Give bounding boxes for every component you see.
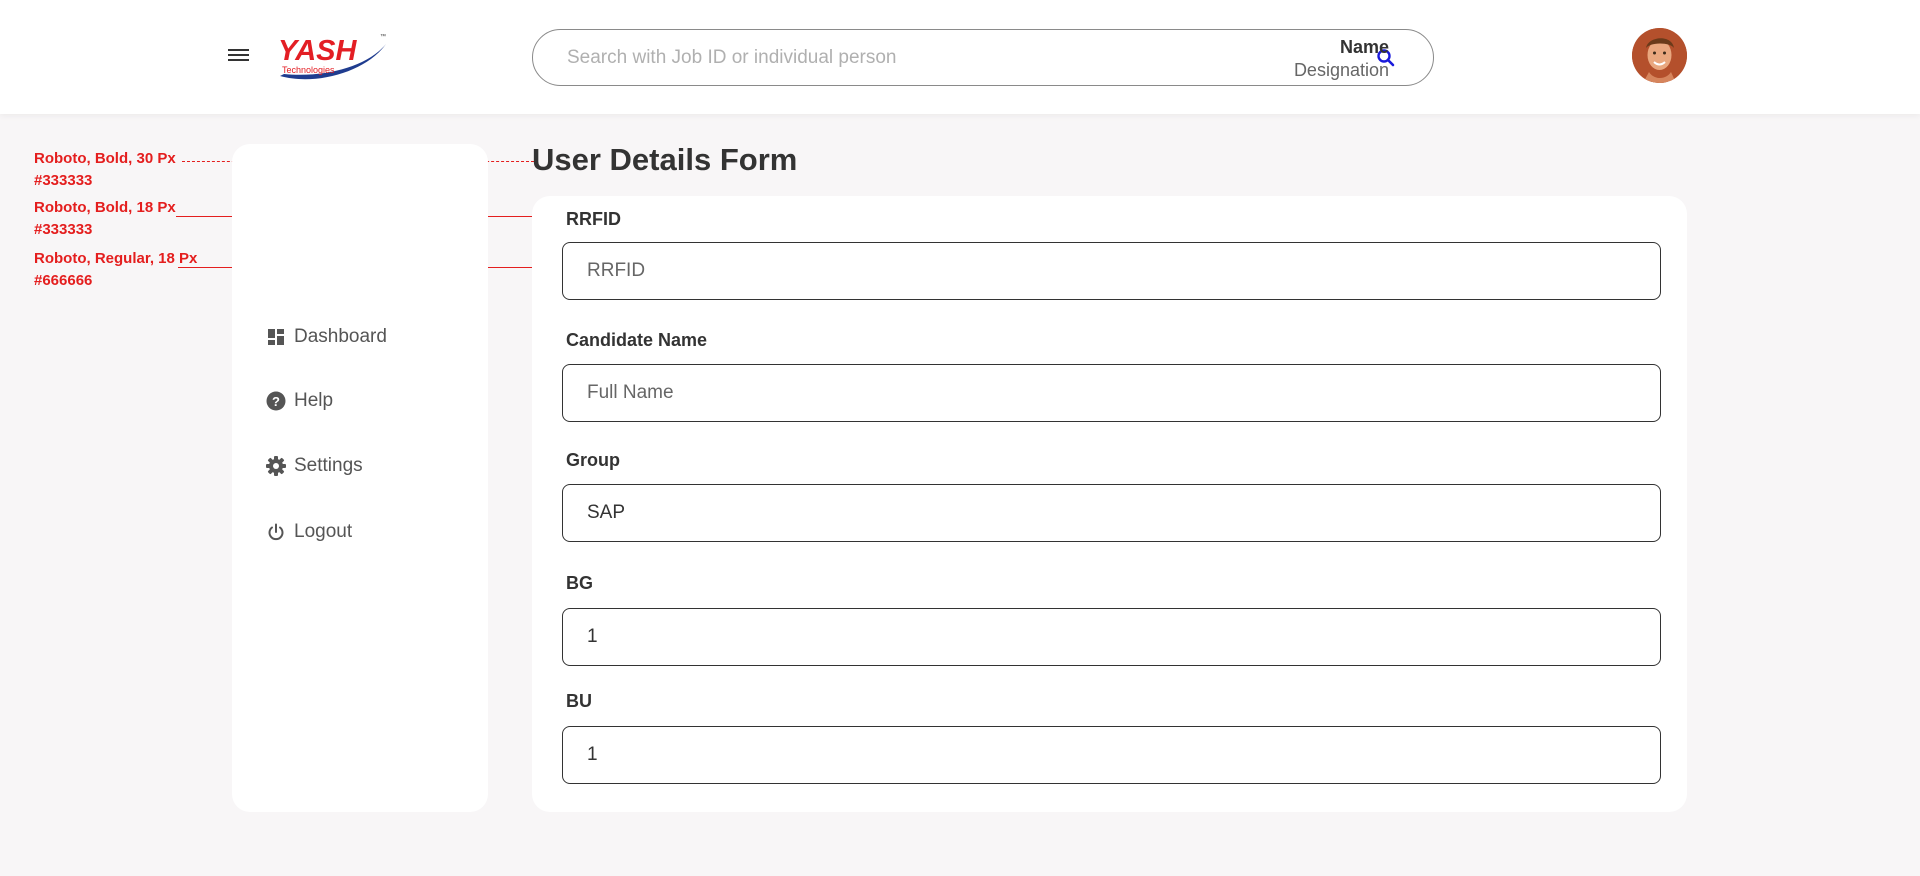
rrfid-label: RRFID	[566, 209, 621, 229]
sidebar-item-settings[interactable]: Settings	[266, 452, 363, 480]
sidebar-item-label: Dashboard	[294, 326, 387, 347]
candidate-name-label: Candidate Name	[566, 330, 708, 350]
avatar[interactable]	[1632, 28, 1687, 83]
sidebar-nav: Dashboard ? Help Settings Logout	[232, 144, 488, 812]
company-logo[interactable]: YASH Technologies ™	[276, 30, 390, 86]
candidate-name-field[interactable]	[562, 364, 1661, 422]
annotation-label-font-color: #333333	[34, 221, 93, 238]
bg-field[interactable]	[562, 608, 1661, 666]
bu-field[interactable]	[562, 726, 1661, 784]
sidebar-item-help[interactable]: ? Help	[266, 387, 333, 415]
top-header: YASH Technologies ™ Name Designation	[0, 0, 1920, 114]
logo-subtext: Technologies	[282, 65, 335, 75]
user-name: Name	[1339, 37, 1389, 57]
group-label: Group	[566, 450, 620, 470]
bg-label: BG	[566, 573, 593, 593]
page: YASH Technologies ™ Name Designation	[0, 0, 1920, 876]
help-icon: ?	[266, 391, 286, 411]
annotation-input-font-spec: Roboto, Regular, 18 Px	[34, 250, 198, 267]
page-title: User Details Form	[532, 142, 798, 177]
sidebar-item-logout[interactable]: Logout	[266, 518, 352, 546]
sidebar-item-label: Help	[294, 390, 334, 411]
gear-icon	[266, 456, 286, 476]
annotation-title-font-spec: Roboto, Bold, 30 Px	[34, 150, 176, 167]
logo-trademark: ™	[380, 33, 386, 40]
annotation-title-font: Roboto, Bold, 30 Px #333333	[34, 148, 176, 192]
search-input[interactable]	[567, 44, 1347, 72]
annotation-title-font-color: #333333	[34, 172, 93, 189]
sidebar-item-dashboard[interactable]: Dashboard	[266, 323, 387, 351]
user-designation: Designation	[1293, 60, 1389, 80]
rrfid-field[interactable]	[562, 242, 1661, 300]
logo-wordmark: YASH	[278, 35, 357, 67]
user-details-form: RRFID Candidate Name Group BG BU	[532, 196, 1687, 812]
power-icon	[266, 522, 286, 542]
svg-text:?: ?	[272, 394, 280, 409]
annotation-label-font: Roboto, Bold, 18 Px #333333	[34, 197, 176, 241]
annotation-input-font: Roboto, Regular, 18 Px #666666	[34, 248, 197, 292]
annotation-input-font-color: #666666	[34, 272, 93, 289]
group-field[interactable]	[562, 484, 1661, 542]
annotation-label-font-spec: Roboto, Bold, 18 Px	[34, 199, 176, 216]
hamburger-menu-icon[interactable]	[228, 46, 254, 66]
sidebar-item-label: Settings	[294, 455, 363, 476]
sidebar-item-label: Logout	[294, 521, 353, 542]
dashboard-icon	[266, 327, 286, 347]
bu-label: BU	[566, 691, 592, 711]
